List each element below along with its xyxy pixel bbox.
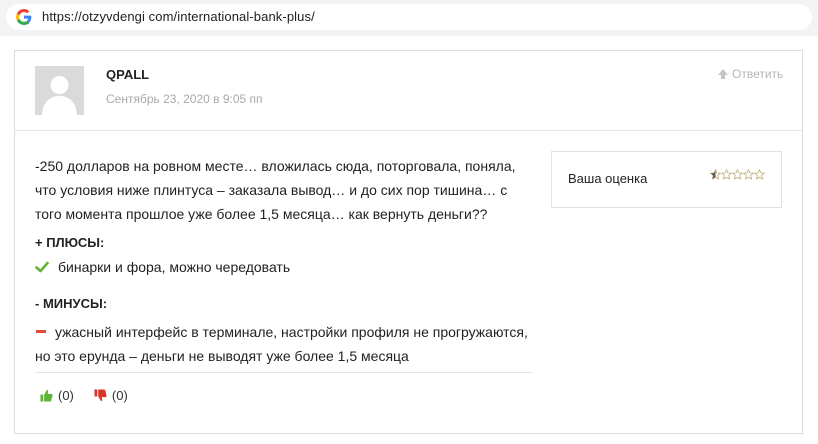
rating-label: Ваша оценка — [568, 171, 648, 186]
star-empty-icon[interactable] — [754, 169, 765, 180]
minus-icon — [36, 330, 46, 334]
star-empty-icon[interactable] — [732, 169, 743, 180]
cons-title: - МИНУСЫ: — [35, 296, 108, 311]
reply-label: Ответить — [732, 67, 784, 81]
pros-item-text: бинарки и фора, можно чередовать — [58, 259, 291, 275]
default-avatar-icon — [35, 66, 84, 115]
dislike-button[interactable]: (0) — [94, 388, 128, 403]
reply-button[interactable]: Ответить — [717, 67, 783, 81]
url-text: https://otzyvdengi com/international-ban… — [42, 9, 315, 24]
comment-text: -250 долларов на ровном месте… вложилась… — [35, 158, 516, 222]
pros-title: + ПЛЮСЫ: — [35, 235, 105, 250]
avatar — [35, 66, 84, 115]
vote-bar: (0) (0) — [40, 388, 148, 403]
star-empty-icon[interactable] — [743, 169, 754, 180]
comment-date[interactable]: Сентябрь 23, 2020 в 9:05 пп — [106, 92, 263, 106]
thumbs-down-icon — [94, 389, 107, 402]
pros-item: бинарки и фора, можно чередовать — [35, 257, 290, 277]
url-field[interactable]: https://otzyvdengi com/international-ban… — [6, 4, 812, 30]
comment-header: QPALL Сентябрь 23, 2020 в 9:05 пп Ответи… — [15, 51, 802, 131]
star-empty-icon[interactable] — [721, 169, 732, 180]
comment-card: QPALL Сентябрь 23, 2020 в 9:05 пп Ответи… — [14, 50, 803, 434]
thumbs-up-icon — [40, 389, 53, 402]
arrow-up-icon — [718, 69, 728, 79]
check-icon — [35, 261, 49, 273]
google-g-icon — [16, 9, 32, 25]
rating-box: Ваша оценка — [551, 151, 782, 208]
cons-item-text: ужасный интерфейс в терминале, настройки… — [35, 324, 528, 364]
browser-address-bar: https://otzyvdengi com/international-ban… — [0, 0, 818, 36]
comment-author[interactable]: QPALL — [106, 67, 149, 82]
divider — [35, 372, 533, 373]
star-half-icon[interactable] — [710, 169, 721, 180]
like-count: (0) — [58, 388, 74, 403]
star-rating[interactable] — [710, 169, 765, 180]
dislike-count: (0) — [111, 388, 128, 403]
like-button[interactable]: (0) — [40, 388, 74, 403]
cons-item: ужасный интерфейс в терминале, настройки… — [35, 320, 535, 368]
